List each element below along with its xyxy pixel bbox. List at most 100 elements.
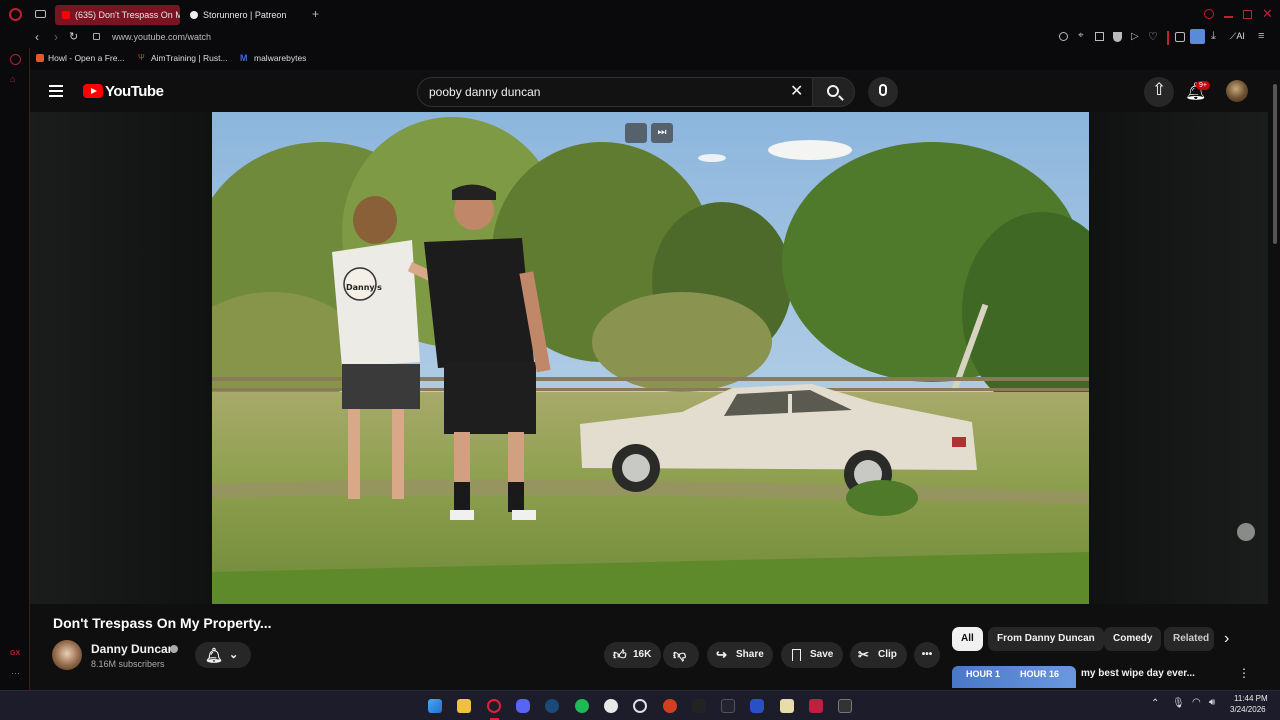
new-tab-button[interactable]: + — [312, 7, 319, 21]
file-explorer-icon[interactable] — [457, 699, 471, 713]
game-app-icon[interactable] — [809, 699, 823, 713]
hamburger-menu-icon[interactable] — [49, 85, 63, 97]
tray-chevron-icon[interactable]: ⌃ — [1151, 698, 1159, 709]
tab-patreon[interactable]: Storunnero | Patreon — [183, 5, 308, 25]
spotify-icon[interactable] — [575, 699, 589, 713]
youtube-logo-text[interactable]: YouTube — [105, 83, 164, 100]
microphone-tray-icon[interactable]: 🎙︎ — [1172, 698, 1185, 709]
forward-icon[interactable]: › — [54, 30, 58, 44]
notepad-icon[interactable] — [780, 699, 794, 713]
youtube-favicon-icon — [62, 11, 70, 19]
mail-icon[interactable] — [692, 699, 706, 713]
opera-gx-control-icon[interactable] — [10, 54, 21, 65]
next-video-icon[interactable]: ⏭ — [651, 123, 673, 143]
dislike-button[interactable]: 👎︎ — [663, 642, 699, 668]
snapshot-icon[interactable] — [1095, 32, 1104, 41]
channel-avatar[interactable] — [52, 640, 82, 670]
url-field[interactable]: www.youtube.com/watch — [112, 32, 211, 42]
opera-logo-icon[interactable] — [9, 8, 22, 21]
clock-time[interactable]: 11:44 PM — [1234, 694, 1268, 703]
thumbs-up-icon: 👍︎ — [613, 647, 627, 662]
search-button[interactable] — [812, 77, 855, 107]
bookmark-howl[interactable]: Howl - Open a Fre... — [48, 53, 125, 63]
youtube-logo-icon[interactable] — [83, 84, 103, 98]
extensions-icon[interactable] — [1175, 32, 1185, 42]
more-horizontal-icon: ••• — [921, 649, 933, 660]
recommended-title[interactable]: my best wipe day ever... — [1081, 668, 1195, 679]
search-icon-handle — [838, 95, 844, 101]
miniplayer-icon[interactable] — [625, 123, 647, 143]
heart-icon[interactable]: ♡ — [1148, 30, 1158, 43]
shield-icon[interactable] — [1113, 32, 1122, 42]
save-label: Save — [810, 649, 834, 660]
search-input[interactable]: pooby danny duncan ✕ — [417, 77, 813, 107]
chatgpt-icon[interactable] — [633, 699, 647, 713]
close-window-icon[interactable]: ✕ — [1262, 6, 1273, 22]
tab-youtube[interactable]: (635) Don't Trespass On M — [55, 5, 180, 25]
like-count: 16K — [633, 649, 652, 660]
tab-overview-icon[interactable] — [35, 10, 46, 18]
clock-date[interactable]: 3/24/2026 — [1230, 705, 1266, 714]
chip-comedy[interactable]: Comedy — [1104, 627, 1162, 651]
menu-icon[interactable]: ≡ — [1258, 30, 1264, 42]
opera-gx-icon[interactable] — [487, 699, 501, 713]
recommended-thumbnail[interactable]: HOUR 1 HOUR 16 — [952, 666, 1076, 688]
chip-from-danny-duncan[interactable]: From Danny Duncan — [988, 627, 1104, 651]
video-title: Don't Trespass On My Property... — [53, 615, 272, 631]
clip-button[interactable]: ✂ Clip — [850, 642, 907, 668]
chevron-down-icon: ⌄ — [229, 649, 239, 661]
page-scrollbar[interactable] — [1270, 72, 1280, 690]
search-icon — [827, 85, 839, 97]
download-icon[interactable]: ⤓ — [1211, 30, 1216, 43]
gx-label-icon[interactable]: GX — [10, 650, 20, 657]
scrollbar-thumb[interactable] — [1273, 84, 1277, 244]
chip-all[interactable]: All — [952, 627, 983, 651]
more-icon[interactable]: ··· — [11, 668, 20, 678]
gx-corner-icon[interactable]: ⌂ — [10, 74, 15, 84]
more-actions-button[interactable]: ••• — [914, 642, 940, 668]
save-button[interactable]: Save — [781, 642, 843, 668]
rust-launcher-icon[interactable] — [663, 699, 677, 713]
wifi-icon[interactable]: ◠ — [1192, 697, 1201, 708]
video-player[interactable]: Danny's ⏭ — [212, 112, 1089, 604]
restore-icon[interactable] — [1243, 10, 1252, 19]
subscription-bell-button[interactable]: 🔔︎ ⌄ — [195, 642, 251, 668]
pin-icon[interactable]: ⌖ — [1078, 30, 1084, 41]
bookmark-aimtraining[interactable]: AimTraining | Rust... — [151, 53, 228, 63]
voice-search-button[interactable] — [868, 77, 898, 107]
play-icon[interactable]: ▷ — [1131, 31, 1139, 42]
steam-icon[interactable] — [545, 699, 559, 713]
chip-related[interactable]: Related — [1164, 627, 1214, 651]
chevron-right-icon[interactable]: › — [1224, 630, 1229, 648]
xbox-icon[interactable] — [604, 699, 618, 713]
verified-badge-icon — [170, 645, 178, 653]
clear-search-icon[interactable]: ✕ — [790, 81, 803, 101]
search-tabs-icon[interactable] — [1204, 9, 1214, 19]
bookmark-icon — [792, 649, 801, 661]
profile-icon[interactable] — [1190, 29, 1205, 44]
reload-icon[interactable]: ↻ — [69, 30, 78, 43]
recommended-more-icon[interactable]: ⋮ — [1238, 666, 1250, 680]
terminal-icon[interactable] — [721, 699, 735, 713]
console-icon[interactable] — [838, 699, 852, 713]
minimize-icon[interactable] — [1224, 16, 1233, 18]
volume-icon[interactable]: 🔊︎ — [1209, 697, 1215, 708]
thumb-text-right: HOUR 16 — [1020, 669, 1060, 679]
account-avatar[interactable] — [1226, 80, 1248, 102]
floating-extension-icon[interactable] — [1237, 523, 1255, 541]
bookmark-malwarebytes[interactable]: malwarebytes — [254, 53, 306, 63]
share-button[interactable]: ↪ Share — [707, 642, 773, 668]
microphone-icon — [879, 84, 887, 96]
back-icon[interactable]: ‹ — [35, 30, 39, 44]
ai-icon[interactable]: ⟋AI — [1230, 31, 1245, 42]
malwarebytes-icon[interactable] — [750, 699, 764, 713]
discord-icon[interactable] — [516, 699, 530, 713]
windows-taskbar: ⌃ 🎙︎ ◠ 🔊︎ 11:44 PM 3/24/2026 — [0, 690, 1280, 720]
windows-start-icon[interactable] — [428, 699, 442, 713]
lock-icon — [93, 33, 100, 40]
create-button[interactable]: ⇧ — [1144, 77, 1174, 107]
like-button[interactable]: 👍︎ 16K — [604, 642, 661, 668]
zoom-icon[interactable] — [1059, 32, 1068, 41]
bookmark-howl-icon — [36, 54, 44, 62]
channel-name[interactable]: Danny Duncan — [91, 642, 175, 656]
